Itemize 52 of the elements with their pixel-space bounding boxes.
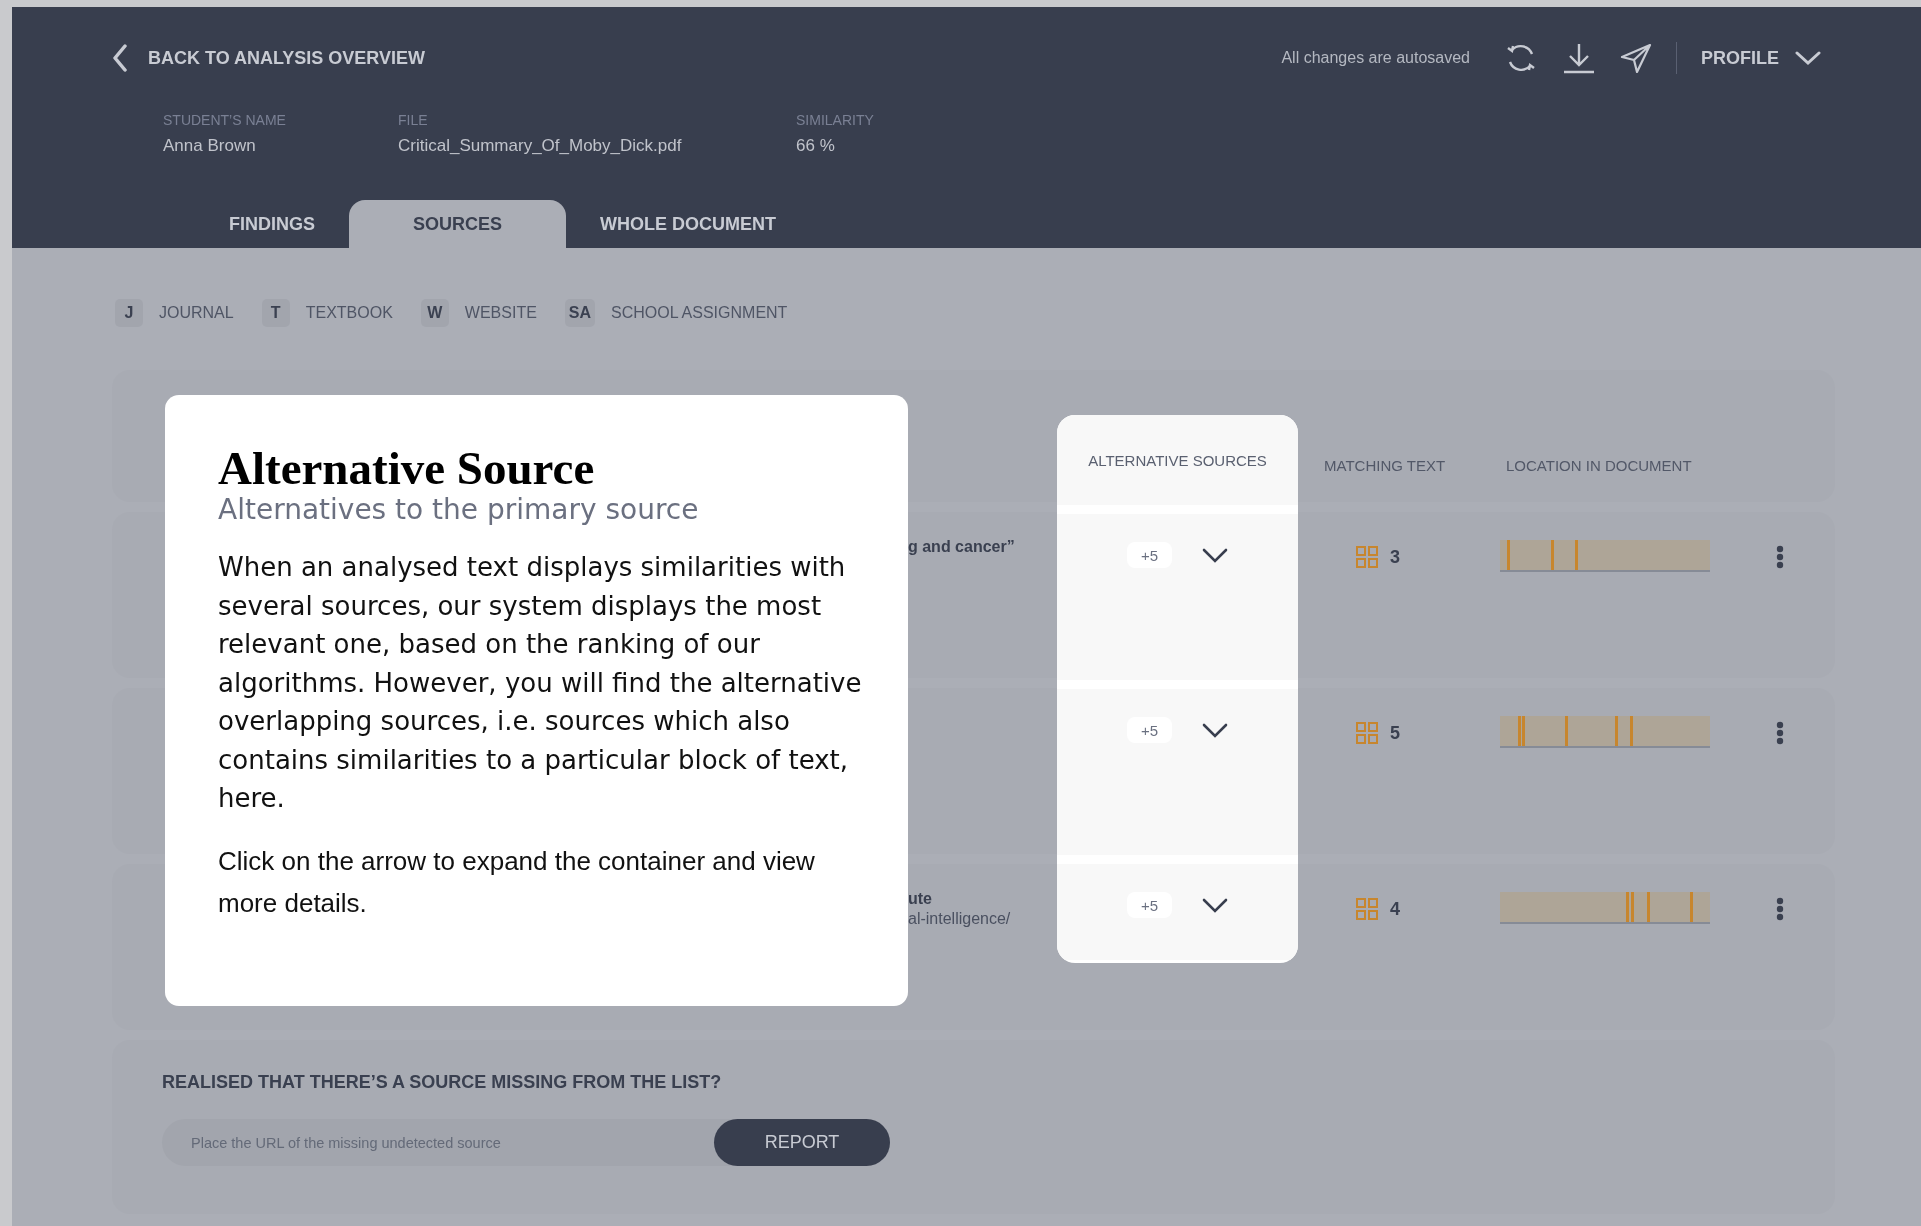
tab[interactable]: WHOLE DOCUMENT <box>566 200 810 248</box>
field-label: SIMILARITY <box>796 112 875 128</box>
type-badge: J <box>115 299 143 327</box>
grid-icon <box>1356 546 1378 568</box>
field-label: STUDENT’S NAME <box>163 112 287 128</box>
url-input-field[interactable]: Place the URL of the missing undetected source REPORT <box>162 1119 890 1166</box>
type-badge: SA <box>564 299 596 327</box>
type-badge: W <box>420 299 449 327</box>
tooltip-subtitle: Alternatives to the primary source <box>218 493 700 526</box>
tab[interactable]: SOURCES <box>349 200 567 248</box>
tooltip-paragraph: When an analysed text displays similarities with several sources, our system displays the most relevant one, based on the ranking of our algorithms. However, you will find the alternative overlapping sources, i.e. sources which also contains similarities to a particular block of text, here. <box>218 551 863 815</box>
profile-menu[interactable]: PROFILE <box>1701 47 1821 69</box>
report-button[interactable]: REPORT <box>714 1119 890 1166</box>
field-value: 66 % <box>796 136 836 156</box>
back-link[interactable]: BACK TO ANALYSIS OVERVIEW <box>112 44 426 72</box>
column-header: MATCHING TEXT <box>1323 456 1447 476</box>
download-icon[interactable] <box>1562 42 1596 74</box>
type-label: SCHOOL ASSIGNMENT <box>611 304 788 322</box>
chevron-down-icon <box>1202 898 1229 914</box>
more-vertical-icon[interactable] <box>1776 897 1784 921</box>
source-title: ute <box>908 890 933 908</box>
column-header: ALTERNATIVE SOURCES <box>1057 415 1298 505</box>
grid-icon <box>1356 898 1378 920</box>
field-value: Anna Brown <box>163 136 257 156</box>
alternatives-count[interactable]: +5 <box>1126 542 1173 568</box>
chevron-down-icon <box>1795 50 1821 66</box>
tooltip-title: Alternative Source <box>218 441 596 495</box>
grid-icon <box>1356 722 1378 744</box>
more-vertical-icon[interactable] <box>1776 545 1784 569</box>
match-count: 5 <box>1390 722 1400 744</box>
field-value: Critical_Summary_Of_Moby_Dick.pdf <box>398 136 683 156</box>
match-count: 4 <box>1390 898 1400 920</box>
match-count: 3 <box>1390 546 1400 568</box>
report-heading: REALISED THAT THERE’S A SOURCE MISSING FROM THE LIST? <box>162 1072 723 1093</box>
tooltip-paragraph: Click on the arrow to expand the container and view more details. <box>218 844 816 920</box>
type-label: WEBSITE <box>464 304 537 322</box>
type-badge: T <box>261 299 290 327</box>
source-url: al-intelligence/ <box>908 910 1012 928</box>
column-header: LOCATION IN DOCUMENT <box>1505 456 1693 476</box>
autosave-status: All changes are autosaved <box>1281 49 1470 67</box>
send-icon[interactable] <box>1620 43 1652 73</box>
chevron-down-icon <box>1202 548 1229 564</box>
field-label: FILE <box>398 112 429 128</box>
source-title: g and cancer” <box>908 538 1016 556</box>
type-label: TEXTBOOK <box>305 304 393 322</box>
alternatives-count[interactable]: +5 <box>1126 717 1173 743</box>
more-vertical-icon[interactable] <box>1776 721 1784 745</box>
alternatives-count[interactable]: +5 <box>1126 892 1173 918</box>
chevron-down-icon <box>1202 723 1229 739</box>
tab[interactable]: FINDINGS <box>195 200 349 248</box>
type-label: JOURNAL <box>159 304 234 322</box>
chevron-left-icon <box>112 44 128 72</box>
